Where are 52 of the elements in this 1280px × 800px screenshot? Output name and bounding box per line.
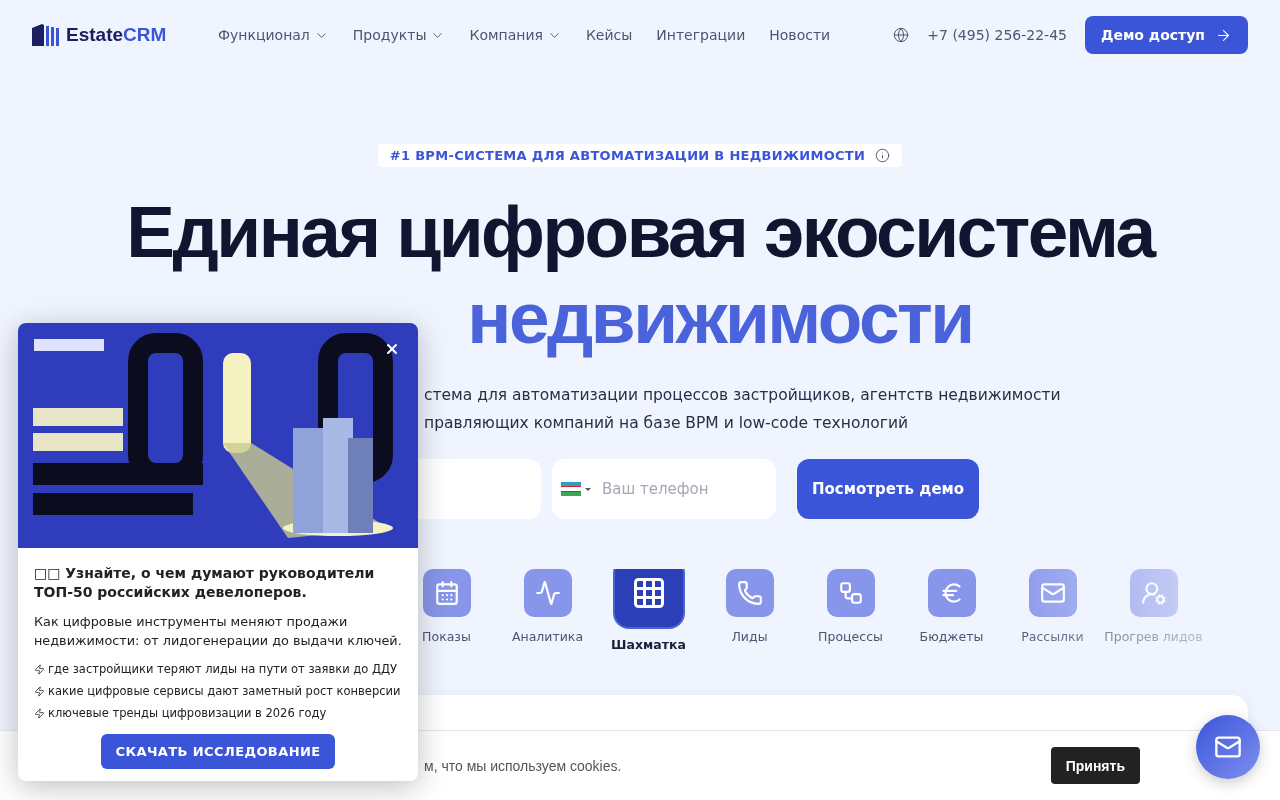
nav-link[interactable]: Функционал: [218, 27, 329, 43]
feature-tab[interactable]: Шахматка: [598, 559, 699, 652]
feature-label: Процессы: [818, 629, 883, 644]
accept-button[interactable]: Принять: [1050, 747, 1140, 784]
popup-text: Как цифровые инструменты меняют продажи недвижимости: от лидогенерации до выдачи ключей.: [34, 613, 402, 650]
pulse-icon: [534, 580, 561, 606]
phone-field[interactable]: Ваш телефон: [552, 459, 776, 519]
user-icon: [1140, 580, 1167, 606]
feature-tab[interactable]: Бюджеты: [901, 569, 1002, 652]
lightning-icon: [34, 685, 45, 697]
cookie-text: м, что мы используем cookies.: [424, 757, 622, 774]
info-icon[interactable]: [875, 148, 891, 163]
bullet-text: где застройщики теряют лиды на пути от заявки до ДДУ: [48, 661, 397, 678]
feature-label: Бюджеты: [919, 629, 984, 644]
feature-tab[interactable]: Рассылки: [1002, 569, 1103, 652]
feature-tab[interactable]: Процессы: [800, 569, 901, 652]
phone-number[interactable]: +7 (495) 256-22-45: [927, 27, 1067, 43]
lightning-icon: [34, 707, 45, 719]
globe-icon[interactable]: [893, 27, 910, 43]
phone-icon: [736, 580, 763, 606]
feature-label: Аналитика: [511, 629, 584, 644]
close-button[interactable]: [384, 341, 400, 357]
feature-label: Показы: [422, 629, 471, 644]
nav-link[interactable]: Интеграции: [656, 27, 746, 43]
demo-access-button[interactable]: Демо доступ: [1084, 16, 1248, 54]
hero-title: Единая цифровая экосистема: [126, 190, 1154, 274]
logo-text[interactable]: EstateCRM: [66, 24, 167, 46]
mail-icon: [1039, 580, 1066, 606]
popup-heading: □□ Узнайте, о чем думают руководители ТОП-50 российских девелоперов.: [34, 564, 376, 602]
nav-link[interactable]: Новости: [769, 27, 831, 43]
bullet-text: ключевые тренды цифровизации в 2026 году: [48, 705, 327, 722]
badge-text: #1 BPM-СИСТЕМА ДЛЯ АВТОМАТИЗАЦИИ В НЕДВИЖИМОСТИ: [389, 148, 866, 163]
calendar-icon: [433, 580, 460, 606]
bullet-text: какие цифровые сервисы дают заметный рост конверсии: [48, 683, 401, 700]
logo-icon: [32, 24, 60, 46]
feature-tab[interactable]: Лиды: [699, 569, 800, 652]
lightning-icon: [34, 663, 45, 675]
feature-label: Шахматка: [611, 637, 686, 652]
flow-icon: [837, 580, 864, 606]
nav-link[interactable]: Продукты: [352, 27, 446, 43]
feature-tab[interactable]: Аналитика: [497, 569, 598, 652]
hero-title-accent: недвижимости: [467, 276, 973, 360]
demo-button[interactable]: Посмотреть демо: [797, 459, 980, 519]
flag-icon[interactable]: [561, 482, 591, 496]
feature-label: Рассылки: [1021, 629, 1084, 644]
nav-link[interactable]: Компания: [469, 27, 562, 43]
hero-subtitle: стема для автоматизации процессов застройщиков, агентств недвижимости: [424, 385, 1061, 406]
feature-label: Лиды: [731, 629, 768, 644]
hero-subtitle: правляющих компаний на базе BPM и low-code технологий: [424, 413, 910, 434]
download-button[interactable]: СКАЧАТЬ ИССЛЕДОВАНИЕ: [100, 734, 336, 769]
nav-link[interactable]: Кейсы: [585, 27, 633, 43]
feature-label: Прогрев лидов: [1104, 629, 1203, 644]
